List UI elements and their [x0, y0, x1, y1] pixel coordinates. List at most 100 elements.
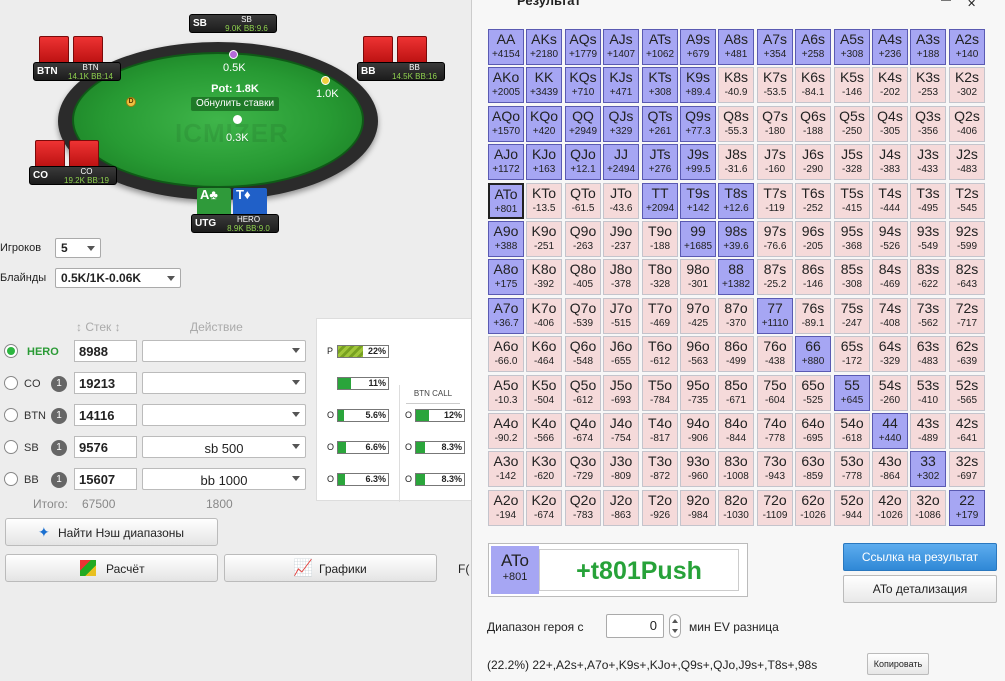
hand-cell[interactable]: JTo -43.6	[603, 183, 639, 219]
hand-cell[interactable]: QJs +329	[603, 106, 639, 142]
hand-cell[interactable]: 97s -76.6	[757, 221, 793, 257]
hand-cell[interactable]: 88 +1382	[718, 259, 754, 295]
hand-cell[interactable]: Q3s -356	[910, 106, 946, 142]
hand-cell[interactable]: 43s -489	[910, 413, 946, 449]
hand-cell[interactable]: 82s -643	[949, 259, 985, 295]
hand-cell[interactable]: A3o -142	[488, 451, 524, 487]
hand-cell[interactable]: J9s +99.5	[680, 144, 716, 180]
hand-cell[interactable]: Q8o -405	[565, 259, 601, 295]
hand-cell[interactable]: T4s -444	[872, 183, 908, 219]
hand-detail-button[interactable]: ATo детализация	[843, 575, 997, 603]
hand-cell[interactable]: K9o -251	[526, 221, 562, 257]
hand-cell[interactable]: 87s -25.2	[757, 259, 793, 295]
seat-bb[interactable]: BB BB 14.5K BB:16	[357, 36, 445, 81]
hand-cell[interactable]: AJs +1407	[603, 29, 639, 65]
hand-cell[interactable]: 42o -1026	[872, 490, 908, 526]
hand-cell[interactable]: 74o -778	[757, 413, 793, 449]
hand-cell[interactable]: 64o -695	[795, 413, 831, 449]
spinner-icon[interactable]	[669, 614, 681, 638]
hand-cell[interactable]: 73o -943	[757, 451, 793, 487]
hand-cell[interactable]: 62s -639	[949, 336, 985, 372]
hand-cell[interactable]: QTo -61.5	[565, 183, 601, 219]
player-stack-input[interactable]: 14116	[74, 404, 137, 426]
hand-cell[interactable]: Q6o -548	[565, 336, 601, 372]
hand-cell[interactable]: K2o -674	[526, 490, 562, 526]
hand-cell[interactable]: A5o -10.3	[488, 375, 524, 411]
hand-cell[interactable]: 98s +39.6	[718, 221, 754, 257]
hand-cell[interactable]: 53o -778	[834, 451, 870, 487]
hand-cell[interactable]: 85s -308	[834, 259, 870, 295]
hand-cell[interactable]: T7o -469	[642, 298, 678, 334]
stack-header[interactable]: ↕ Стек ↕	[76, 320, 121, 334]
player-stack-input[interactable]: 8988	[74, 340, 137, 362]
blinds-select[interactable]: 0.5K/1K-0.06K	[55, 268, 181, 288]
hand-cell[interactable]: JJ +2494	[603, 144, 639, 180]
reset-bets-button[interactable]: Обнулить ставки	[191, 97, 279, 111]
hand-cell[interactable]: KTo -13.5	[526, 183, 562, 219]
player-action-select[interactable]	[142, 372, 306, 394]
hand-cell[interactable]: 86s -146	[795, 259, 831, 295]
seat-btn[interactable]: BTN BTN 14.1K BB:14	[33, 36, 121, 81]
hand-cell[interactable]: QJo +12.1	[565, 144, 601, 180]
hand-cell[interactable]: 95s -368	[834, 221, 870, 257]
player-badge[interactable]: 1	[51, 376, 67, 392]
hand-cell[interactable]: 22 +179	[949, 490, 985, 526]
hand-cell[interactable]: K4o -566	[526, 413, 562, 449]
player-badge[interactable]: 1	[51, 440, 67, 456]
hand-cell[interactable]: Q9o -263	[565, 221, 601, 257]
hand-cell[interactable]: K5o -504	[526, 375, 562, 411]
hand-cell[interactable]: K2s -302	[949, 67, 985, 103]
player-radio[interactable]	[4, 376, 18, 390]
hand-cell[interactable]: A5s +308	[834, 29, 870, 65]
hand-cell[interactable]: T2s -545	[949, 183, 985, 219]
hand-cell[interactable]: KTs +308	[642, 67, 678, 103]
hand-cell[interactable]: 76s -89.1	[795, 298, 831, 334]
hand-cell[interactable]: A8s +481	[718, 29, 754, 65]
hand-cell[interactable]: 72o -1109	[757, 490, 793, 526]
hand-cell[interactable]: Q9s +77.3	[680, 106, 716, 142]
hand-cell[interactable]: K8o -392	[526, 259, 562, 295]
hand-cell[interactable]: 96o -563	[680, 336, 716, 372]
hand-cell[interactable]: T9o -188	[642, 221, 678, 257]
hand-cell[interactable]: K8s -40.9	[718, 67, 754, 103]
hand-cell[interactable]: 73s -562	[910, 298, 946, 334]
hand-cell[interactable]: A2s +140	[949, 29, 985, 65]
hand-cell[interactable]: T7s -119	[757, 183, 793, 219]
hand-cell[interactable]: AKo +2005	[488, 67, 524, 103]
hand-cell[interactable]: Q4o -674	[565, 413, 601, 449]
hand-cell[interactable]: 32o -1086	[910, 490, 946, 526]
hand-cell[interactable]: Q7s -180	[757, 106, 793, 142]
hand-cell[interactable]: AJo +1172	[488, 144, 524, 180]
hand-cell[interactable]: ATs +1062	[642, 29, 678, 65]
hand-cell[interactable]: QTs +261	[642, 106, 678, 142]
seat-hero[interactable]: A♣ T♦ UTG HERO 8.9K BB:9.0	[191, 188, 279, 233]
hand-cell[interactable]: A9s +679	[680, 29, 716, 65]
hand-cell[interactable]: T5o -784	[642, 375, 678, 411]
hand-cell[interactable]: 83s -622	[910, 259, 946, 295]
hand-cell[interactable]: 75s -247	[834, 298, 870, 334]
player-badge[interactable]: 1	[51, 408, 67, 424]
hand-cell[interactable]: KJs +471	[603, 67, 639, 103]
hand-cell[interactable]: JTs +276	[642, 144, 678, 180]
hand-cell[interactable]: T9s +142	[680, 183, 716, 219]
hand-cell[interactable]: K7s -53.5	[757, 67, 793, 103]
player-action-select[interactable]	[142, 404, 306, 426]
hand-cell[interactable]: Q2s -406	[949, 106, 985, 142]
hand-cell[interactable]: 86o -499	[718, 336, 754, 372]
hand-cell[interactable]: Q5s -250	[834, 106, 870, 142]
hand-cell[interactable]: J3o -809	[603, 451, 639, 487]
player-stack-input[interactable]: 19213	[74, 372, 137, 394]
hand-cell[interactable]: A7s +354	[757, 29, 793, 65]
close-icon[interactable]: ✕	[967, 0, 977, 10]
hand-cell[interactable]: A3s +188	[910, 29, 946, 65]
hand-cell[interactable]: K3s -253	[910, 67, 946, 103]
hand-cell[interactable]: 33 +302	[910, 451, 946, 487]
hand-cell[interactable]: TT +2094	[642, 183, 678, 219]
hand-cell[interactable]: 44 +440	[872, 413, 908, 449]
player-radio[interactable]	[4, 472, 18, 486]
hand-cell[interactable]: T3s -495	[910, 183, 946, 219]
hand-cell[interactable]: J4o -754	[603, 413, 639, 449]
hand-cell[interactable]: J9o -237	[603, 221, 639, 257]
hand-cell[interactable]: Q7o -539	[565, 298, 601, 334]
charts-button[interactable]: 📈 Графики	[224, 554, 437, 582]
